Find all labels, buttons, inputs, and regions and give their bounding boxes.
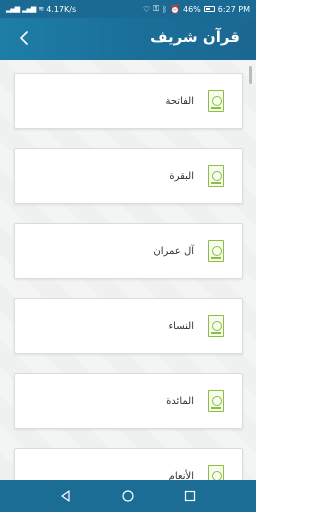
app-bar: قرآن شريف <box>0 18 256 60</box>
network-speed: 4.17K/s <box>46 4 77 14</box>
alarm-icon: ⏰ <box>170 4 180 14</box>
nav-back-button[interactable] <box>56 486 76 506</box>
quran-book-icon <box>208 390 224 412</box>
quran-book-icon <box>208 90 224 112</box>
surah-name: المائدة <box>166 395 194 407</box>
scrollbar[interactable] <box>249 66 252 84</box>
status-right: ♡ ⚿ ᛒ ⏰ 46% 6:27 PM <box>143 4 250 14</box>
bluetooth-icon: ᛒ <box>162 4 168 14</box>
surah-item-baqara[interactable]: البقرة <box>14 148 243 204</box>
chevron-left-icon <box>20 31 28 45</box>
surah-item-al-imran[interactable]: آل عمران <box>14 223 243 279</box>
circle-home-icon <box>122 490 134 502</box>
battery-icon <box>203 6 215 12</box>
surah-list-panel[interactable]: الفاتحة البقرة آل عمران النساء المائدة ا… <box>0 60 256 480</box>
wifi-icon: ≋ <box>38 5 44 13</box>
heart-icon: ♡ <box>142 4 151 14</box>
quran-book-icon <box>208 165 224 187</box>
back-button[interactable] <box>12 26 36 50</box>
signal-icon: ▂▄▆ <box>6 5 20 13</box>
system-nav-bar <box>0 480 256 512</box>
nav-recent-button[interactable] <box>180 486 200 506</box>
square-recent-icon <box>184 490 196 502</box>
surah-name: النساء <box>168 320 194 332</box>
surah-name: الأنعام <box>168 470 194 481</box>
clock: 6:27 PM <box>217 4 250 14</box>
signal-icon: ▂▄▆ <box>22 5 36 13</box>
status-bar: ▂▄▆ ▂▄▆ ≋ 4.17K/s ♡ ⚿ ᛒ ⏰ 46% 6:27 PM <box>0 0 256 18</box>
surah-name: الفاتحة <box>165 95 194 107</box>
battery-percent: 46% <box>182 4 201 14</box>
surah-item-maida[interactable]: المائدة <box>14 373 243 429</box>
surah-name: البقرة <box>169 170 194 182</box>
surah-item-nisa[interactable]: النساء <box>14 298 243 354</box>
quran-book-icon <box>208 240 224 262</box>
quran-book-icon <box>208 465 224 480</box>
status-left: ▂▄▆ ▂▄▆ ≋ 4.17K/s <box>6 5 76 14</box>
page-title: قرآن شريف <box>150 28 240 46</box>
nav-home-button[interactable] <box>118 486 138 506</box>
surah-name: آل عمران <box>153 245 194 257</box>
triangle-back-icon <box>61 490 70 502</box>
surah-item-anam[interactable]: الأنعام <box>14 448 243 480</box>
surah-item-fatiha[interactable]: الفاتحة <box>14 73 243 129</box>
key-icon: ⚿ <box>153 4 160 13</box>
quran-book-icon <box>208 315 224 337</box>
